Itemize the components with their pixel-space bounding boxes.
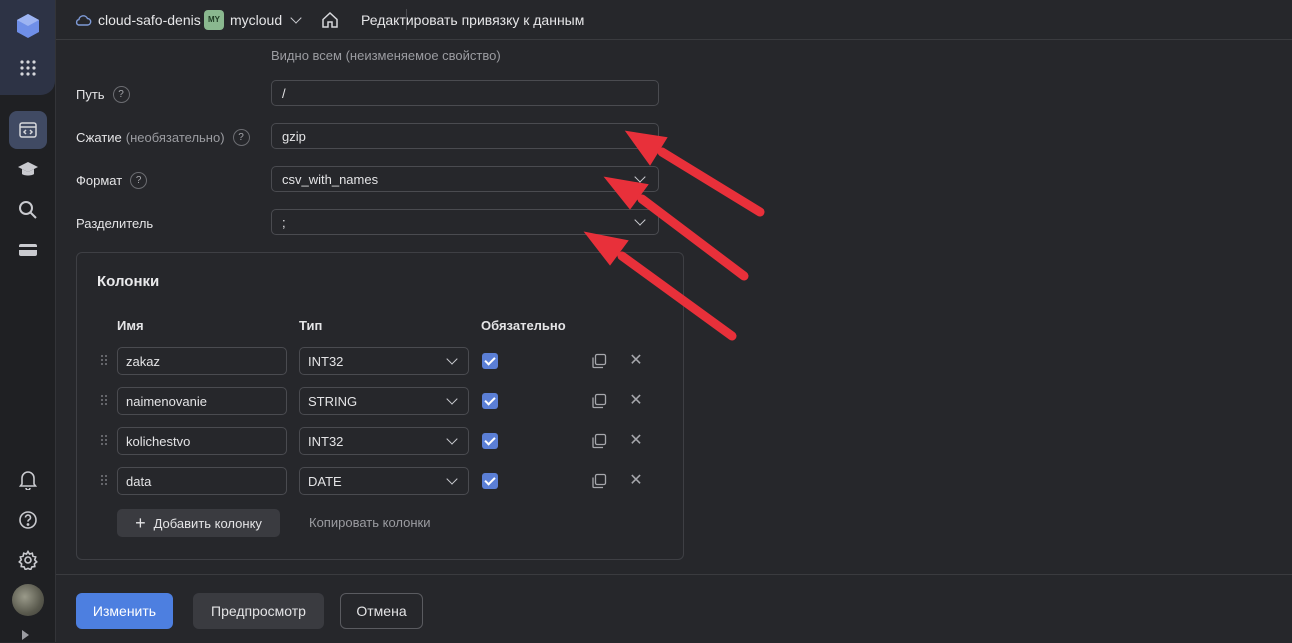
column-name-input[interactable]: zakaz [117, 347, 287, 375]
duplicate-icon[interactable] [591, 473, 607, 489]
add-column-button[interactable]: + Добавить колонку [117, 509, 280, 537]
education-icon[interactable] [9, 151, 47, 189]
table-row: data DATE ✕ [77, 467, 685, 497]
duplicate-icon[interactable] [591, 433, 607, 449]
top-bar: cloud-safo-denis MY mycloud Редактироват… [56, 0, 1292, 40]
logo-icon[interactable] [9, 7, 47, 45]
copy-columns-link[interactable]: Копировать колонки [309, 515, 430, 530]
delimiter-label: Разделитель [76, 209, 153, 237]
compression-label: Сжатие (необязательно) ? [76, 123, 250, 151]
cloud-icon [75, 14, 92, 26]
avatar[interactable] [9, 581, 47, 619]
column-name-input[interactable]: naimenovanie [117, 387, 287, 415]
column-type-select[interactable]: INT32 [299, 427, 469, 455]
table-row: naimenovanie STRING ✕ [77, 387, 685, 417]
path-label: Путь ? [76, 80, 130, 108]
header-required: Обязательно [481, 318, 566, 333]
billing-icon[interactable] [9, 231, 47, 269]
drag-handle-icon[interactable] [101, 435, 107, 447]
cloud-selector[interactable]: cloud-safo-denis [74, 0, 201, 39]
path-label-text: Путь [76, 86, 105, 102]
required-checkbox[interactable] [482, 393, 498, 409]
left-rail [0, 0, 56, 642]
column-type-select[interactable]: DATE [299, 467, 469, 495]
folder-name: mycloud [230, 11, 283, 28]
column-type-value: INT32 [308, 353, 344, 369]
cancel-button[interactable]: Отмена [340, 593, 423, 629]
add-column-label: Добавить колонку [153, 515, 262, 531]
optional-note: (необязательно) [125, 129, 225, 145]
chevron-down-icon [446, 473, 458, 485]
close-icon[interactable]: ✕ [628, 353, 644, 369]
path-input[interactable]: / [271, 80, 659, 106]
column-type-value: DATE [308, 473, 342, 489]
form-footer: Изменить Предпросмотр Отмена [56, 574, 1292, 643]
close-icon[interactable]: ✕ [628, 393, 644, 409]
drag-handle-icon[interactable] [101, 355, 107, 367]
format-label: Формат ? [76, 166, 148, 194]
delimiter-value: ; [282, 214, 286, 230]
required-checkbox[interactable] [482, 473, 498, 489]
help-icon[interactable]: ? [112, 85, 130, 103]
header-name: Имя [117, 318, 144, 333]
preview-button[interactable]: Предпросмотр [193, 593, 324, 629]
close-icon[interactable]: ✕ [628, 433, 644, 449]
column-type-select[interactable]: INT32 [299, 347, 469, 375]
home-icon[interactable] [321, 0, 339, 39]
apps-grid-icon[interactable] [9, 49, 47, 87]
settings-icon[interactable] [9, 541, 47, 579]
compression-input[interactable]: gzip [271, 123, 659, 149]
chevron-down-icon [446, 393, 458, 405]
duplicate-icon[interactable] [591, 353, 607, 369]
chevron-down-icon [634, 171, 646, 183]
delimiter-select[interactable]: ; [271, 209, 659, 235]
chevron-down-icon [634, 214, 646, 226]
column-name-input[interactable]: data [117, 467, 287, 495]
delimiter-label-text: Разделитель [76, 215, 154, 231]
submit-button[interactable]: Изменить [76, 593, 173, 629]
columns-title: Колонки [97, 273, 160, 290]
help-icon[interactable]: ? [130, 171, 148, 189]
table-row: kolichestvo INT32 ✕ [77, 427, 685, 457]
close-icon[interactable]: ✕ [628, 473, 644, 489]
console-icon[interactable] [9, 111, 47, 149]
plus-icon: + [135, 513, 146, 533]
search-icon[interactable] [9, 191, 47, 229]
columns-section: Колонки Имя Тип Обязательно zakaz INT32 … [76, 252, 684, 560]
column-type-value: STRING [308, 393, 358, 409]
column-type-value: INT32 [308, 433, 344, 449]
chevron-down-icon [446, 433, 458, 445]
expand-rail-icon[interactable] [22, 630, 29, 640]
format-label-text: Формат [76, 172, 123, 188]
cloud-name: cloud-safo-denis [98, 11, 201, 28]
folder-badge: MY [204, 9, 224, 30]
bell-icon[interactable] [9, 461, 47, 499]
drag-handle-icon[interactable] [101, 475, 107, 487]
visibility-hint: Видно всем (неизменяемое свойство) [271, 48, 501, 63]
duplicate-icon[interactable] [591, 393, 607, 409]
header-type: Тип [299, 318, 323, 333]
folder-selector[interactable]: MY mycloud [204, 0, 304, 39]
annotation-arrow [657, 147, 765, 217]
column-type-select[interactable]: STRING [299, 387, 469, 415]
chevron-down-icon [290, 12, 302, 24]
chevron-down-icon [446, 353, 458, 365]
page-title: Редактировать привязку к данным [361, 11, 585, 28]
drag-handle-icon[interactable] [101, 395, 107, 407]
help-icon[interactable] [9, 501, 47, 539]
compression-label-text: Сжатие [76, 129, 122, 145]
table-row: zakaz INT32 ✕ [77, 347, 685, 377]
column-name-input[interactable]: kolichestvo [117, 427, 287, 455]
help-icon[interactable]: ? [232, 128, 250, 146]
required-checkbox[interactable] [482, 353, 498, 369]
required-checkbox[interactable] [482, 433, 498, 449]
format-value: csv_with_names [282, 171, 379, 187]
format-select[interactable]: csv_with_names [271, 166, 659, 192]
